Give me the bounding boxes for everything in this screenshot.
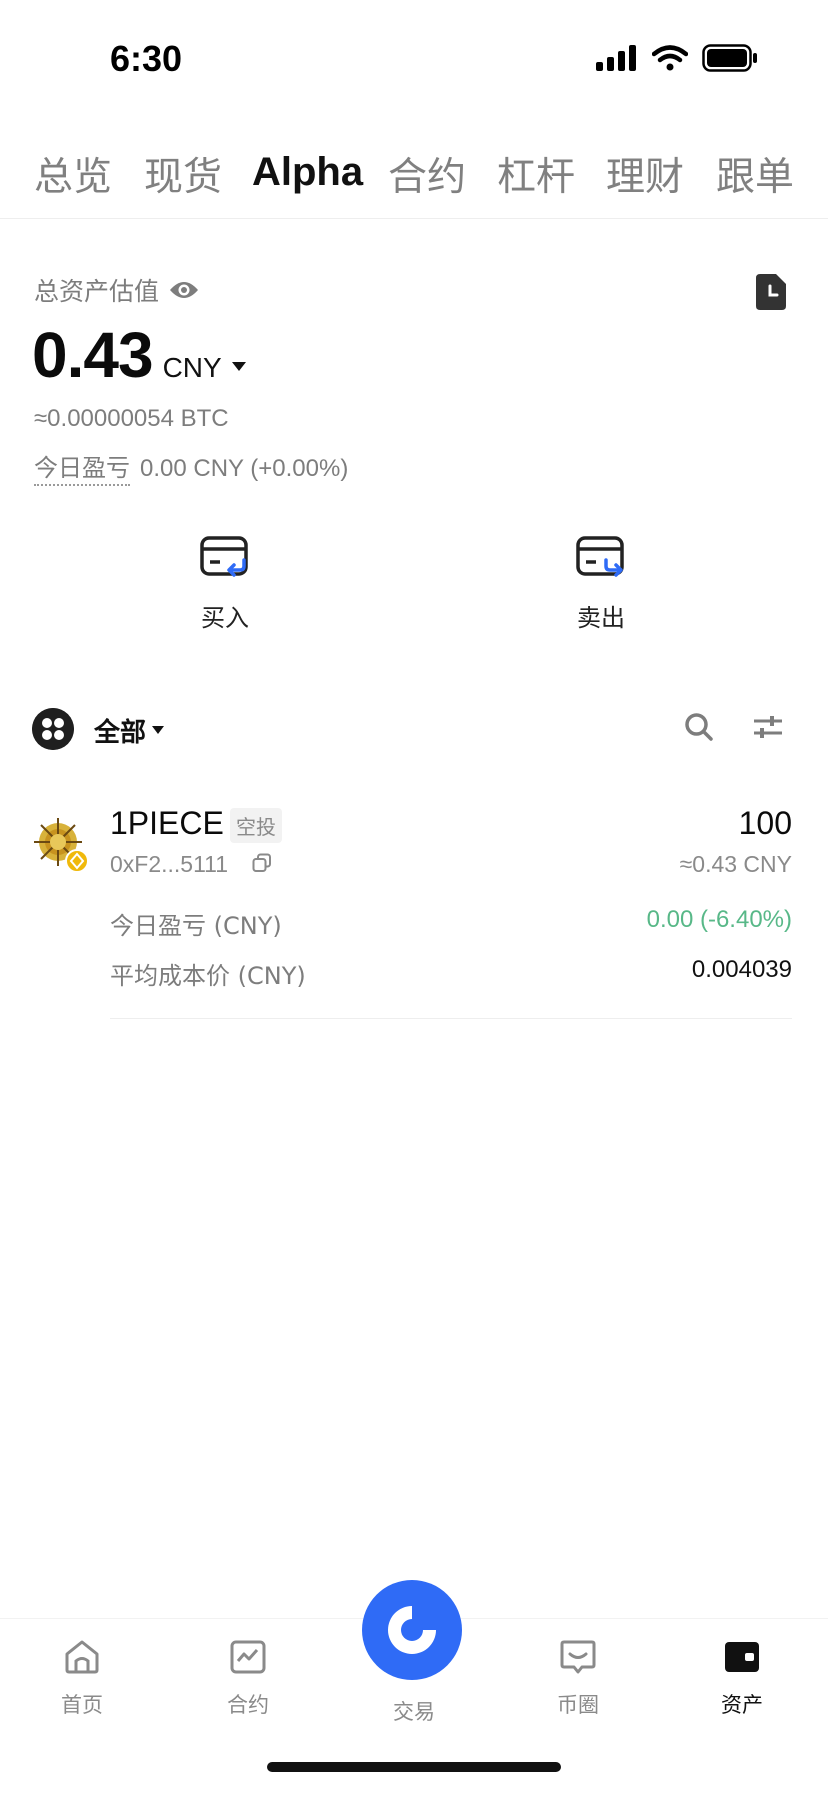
token-amount: 100 [738, 805, 792, 841]
btc-equivalent: ≈0.00000054 BTC [34, 405, 229, 432]
eye-icon[interactable] [169, 280, 199, 300]
nav-assets[interactable]: 资产 [682, 1639, 802, 1719]
sell-button[interactable]: 卖出 [541, 536, 661, 633]
holdings-header: 全部 [32, 706, 792, 752]
tab-fade [788, 140, 828, 218]
status-icons [596, 44, 758, 72]
sell-label: 卖出 [577, 604, 625, 632]
nav-square-label: 币圈 [557, 1693, 599, 1717]
tab-alpha[interactable]: Alpha [252, 150, 363, 195]
token-logo-icon [34, 818, 88, 872]
nav-square[interactable]: 币圈 [518, 1639, 638, 1719]
nav-trade-label: 交易 [393, 1700, 435, 1724]
buy-button[interactable]: 买入 [165, 536, 285, 633]
sliders-icon[interactable] [752, 714, 784, 740]
balance-display: 0.43 CNY [32, 318, 246, 392]
copy-icon[interactable] [252, 853, 272, 873]
avg-cost-value: 0.004039 [691, 956, 792, 983]
tab-earn[interactable]: 理财 [606, 146, 684, 202]
wallet-icon [725, 1642, 759, 1672]
message-icon [560, 1640, 596, 1674]
today-pnl-label[interactable]: 今日盈亏 [34, 455, 130, 486]
all-filter-icon[interactable] [32, 708, 74, 750]
tab-overview[interactable]: 总览 [34, 146, 112, 202]
balance-amount: 0.43 [32, 319, 154, 391]
sell-card-icon [576, 536, 624, 577]
signal-icon [596, 45, 636, 71]
token-pnl-label: 今日盈亏 (CNY) [110, 912, 282, 940]
token-address: 0xF2...5111 [110, 851, 229, 877]
total-asset-text: 总资产估值 [34, 277, 160, 306]
history-record-icon[interactable] [756, 274, 788, 310]
today-pnl-value: 0.00 CNY (+0.00%) [140, 455, 349, 482]
tab-margin[interactable]: 杠杆 [497, 146, 575, 202]
trade-logo-icon [388, 1606, 436, 1654]
avg-cost-label: 平均成本价 (CNY) [110, 962, 306, 990]
search-icon[interactable] [684, 712, 714, 742]
row-divider [110, 1018, 792, 1019]
all-filter-label[interactable]: 全部 [94, 712, 146, 749]
buy-card-icon [200, 536, 248, 577]
home-icon [65, 1640, 99, 1674]
nav-assets-label: 资产 [721, 1693, 763, 1717]
currency-selector[interactable]: CNY [163, 352, 222, 384]
tab-copy-trading[interactable]: 跟单 [716, 146, 794, 202]
nav-home[interactable]: 首页 [22, 1639, 142, 1719]
today-pnl: 今日盈亏 0.00 CNY (+0.00%) [34, 448, 349, 486]
filter-caret-icon[interactable] [152, 726, 164, 734]
token-name[interactable]: 1PIECE [110, 805, 224, 842]
battery-icon [702, 44, 757, 72]
tab-spot[interactable]: 现货 [144, 146, 222, 202]
status-time: 6:30 [110, 38, 183, 79]
total-asset-label: 总资产估值 [34, 272, 199, 308]
account-tabs: 总览 现货 Alpha 合约 杠杆 理财 跟单 [0, 140, 828, 219]
nav-home-label: 首页 [61, 1693, 103, 1717]
wifi-icon [652, 45, 688, 71]
airdrop-badge: 空投 [230, 808, 282, 843]
chart-icon [230, 1640, 266, 1674]
token-fiat-value: ≈0.43 CNY [679, 851, 792, 877]
trade-button[interactable] [362, 1580, 462, 1680]
tab-futures[interactable]: 合约 [388, 146, 466, 202]
nav-futures[interactable]: 合约 [188, 1639, 308, 1719]
nav-futures-label: 合约 [227, 1693, 269, 1717]
token-pnl-value: 0.00 (-6.40%) [646, 906, 792, 933]
currency-caret-icon[interactable] [231, 362, 246, 371]
buy-label: 买入 [201, 604, 249, 632]
home-indicator [267, 1762, 561, 1772]
assets-page: 6:30 总览 现货 Alpha 合约 杠杆 理财 跟单 总资产估值 0.43 … [0, 0, 828, 1796]
